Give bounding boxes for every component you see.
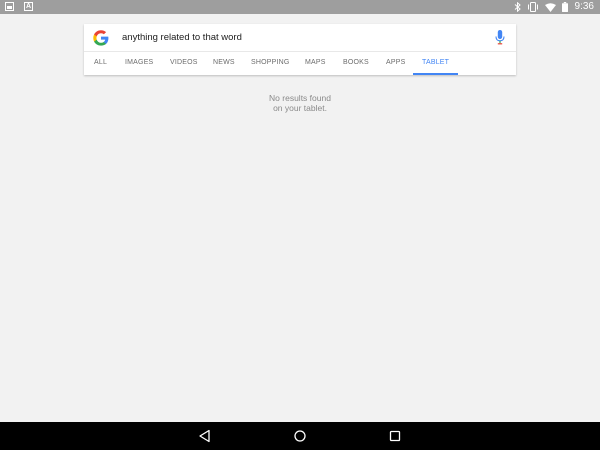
status-right: 9:36 [514,0,594,14]
google-g-icon[interactable] [93,30,109,46]
tab-maps[interactable]: MAPS [305,52,326,75]
active-tab-indicator [413,73,458,75]
screen: A 9:36 anything related to that word ALL… [0,0,600,450]
tab-videos[interactable]: VIDEOS [170,52,198,75]
empty-results-line2: on your tablet. [273,103,327,113]
empty-results-message: No results found on your tablet. [200,93,400,113]
a-icon: A [24,2,33,11]
bluetooth-icon [514,2,521,12]
home-icon[interactable] [293,429,307,443]
photo-icon [5,2,14,11]
clock: 9:36 [574,1,594,12]
status-left: A [5,2,33,11]
search-tabs: ALL IMAGES VIDEOS NEWS SHOPPING MAPS BOO… [84,52,516,75]
search-input[interactable]: anything related to that word [122,24,242,51]
status-bar: A 9:36 [0,0,600,14]
back-icon[interactable] [198,429,212,443]
tab-books[interactable]: BOOKS [343,52,369,75]
search-bar[interactable]: anything related to that word [84,24,516,52]
tab-news[interactable]: NEWS [213,52,235,75]
wifi-icon [544,2,556,12]
tab-images[interactable]: IMAGES [125,52,153,75]
vibrate-icon [527,2,538,12]
mic-icon[interactable] [495,30,505,45]
tab-apps[interactable]: APPS [386,52,405,75]
tab-all[interactable]: ALL [94,52,107,75]
search-card: anything related to that word ALL IMAGES… [84,24,516,75]
navigation-bar [0,422,600,450]
empty-results-line1: No results found [269,93,331,103]
recents-icon[interactable] [388,429,402,443]
tab-tablet[interactable]: TABLET [422,52,449,75]
battery-icon [561,2,568,12]
tab-shopping[interactable]: SHOPPING [251,52,290,75]
